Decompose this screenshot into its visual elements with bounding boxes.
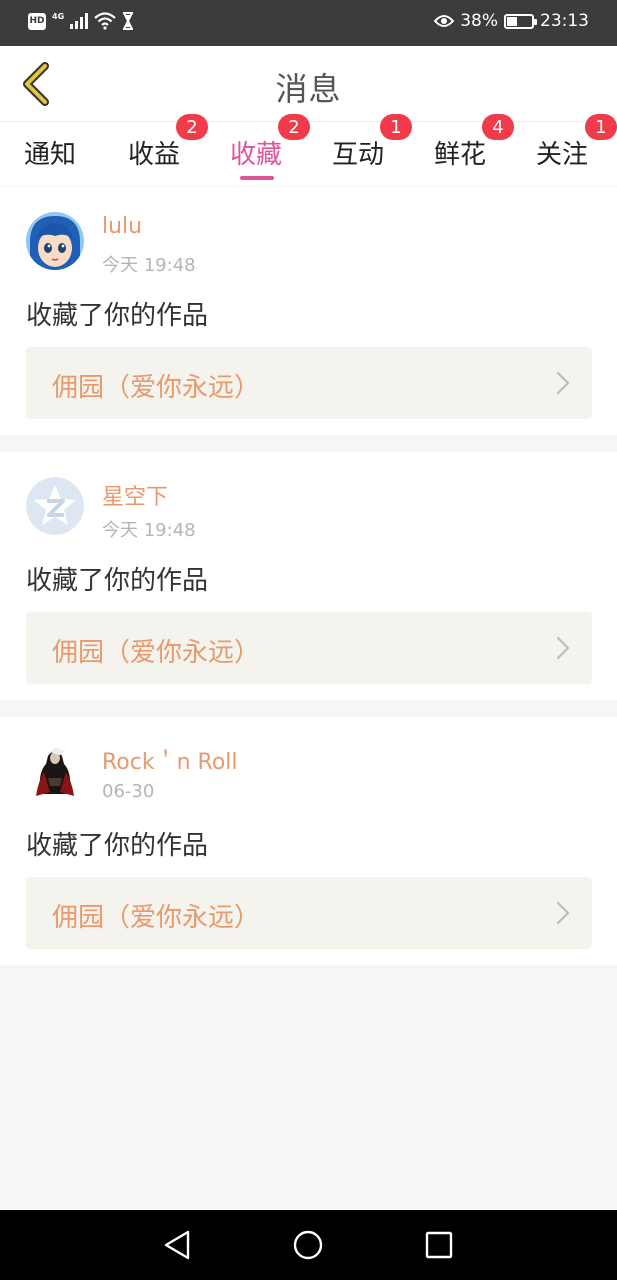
message-text: 收藏了你的作品 (26, 301, 209, 331)
message-card: 星空下 今天 19:48 收藏了你的作品 佣园（爱你永远） (0, 452, 617, 700)
chevron-right-icon (556, 371, 570, 395)
avatar[interactable] (26, 742, 84, 800)
username[interactable]: lulu (102, 214, 142, 239)
active-tab-indicator (240, 176, 274, 180)
unread-badge: 1 (380, 114, 412, 140)
avatar[interactable] (26, 212, 84, 270)
work-title: 佣园（爱你永远） (52, 373, 261, 403)
tab-label: 关注 (536, 140, 589, 170)
message-text: 收藏了你的作品 (26, 831, 209, 861)
tab-label: 鲜花 (434, 140, 487, 170)
tab-bar: 通知 收益 2 收藏 2 互动 1 鲜花 4 关注 1 (0, 114, 617, 186)
clock: 23:13 (540, 11, 589, 31)
username[interactable]: Rock＇n Roll (102, 744, 238, 776)
tab-label: 收益 (128, 140, 181, 170)
unread-badge: 4 (482, 114, 514, 140)
tab-label: 通知 (24, 140, 77, 170)
message-card: Rock＇n Roll 06-30 收藏了你的作品 佣园（爱你永远） (0, 717, 617, 965)
nav-recents-button[interactable] (422, 1228, 456, 1262)
message-text: 收藏了你的作品 (26, 566, 209, 596)
app-header: 消息 (0, 46, 617, 122)
page-title: 消息 (275, 70, 342, 108)
triangle-back-icon (164, 1230, 190, 1260)
work-title: 佣园（爱你永远） (52, 903, 261, 933)
unread-badge: 2 (176, 114, 208, 140)
work-title: 佣园（爱你永远） (52, 638, 261, 668)
unread-badge: 2 (278, 114, 310, 140)
tab-label: 收藏 (230, 140, 283, 170)
work-link[interactable]: 佣园（爱你永远） (26, 877, 592, 949)
battery-icon (504, 13, 537, 29)
chevron-right-icon (556, 636, 570, 660)
eye-icon (434, 15, 455, 27)
status-bar: HD 4G 38% 23:13 (0, 0, 617, 46)
hourglass-icon (123, 12, 134, 30)
timestamp: 今天 19:48 (102, 520, 196, 541)
message-card: lulu 今天 19:48 收藏了你的作品 佣园（爱你永远） (0, 187, 617, 435)
nav-back-button[interactable] (160, 1228, 194, 1262)
network-type: 4G (52, 11, 65, 21)
work-link[interactable]: 佣园（爱你永远） (26, 347, 592, 419)
avatar[interactable] (26, 477, 84, 535)
signal-icon (70, 13, 89, 29)
square-recents-icon (425, 1231, 453, 1259)
nav-home-button[interactable] (291, 1228, 325, 1262)
tab-label: 互动 (332, 140, 385, 170)
battery-percent: 38% (460, 11, 498, 31)
hd-badge: HD (28, 12, 46, 30)
work-link[interactable]: 佣园（爱你永远） (26, 612, 592, 684)
wifi-icon (94, 12, 116, 30)
system-nav-bar (0, 1210, 617, 1280)
timestamp: 今天 19:48 (102, 255, 196, 276)
chevron-right-icon (556, 901, 570, 925)
circle-home-icon (293, 1230, 323, 1260)
username[interactable]: 星空下 (102, 479, 168, 511)
timestamp: 06-30 (102, 781, 155, 802)
unread-badge: 1 (585, 114, 617, 140)
